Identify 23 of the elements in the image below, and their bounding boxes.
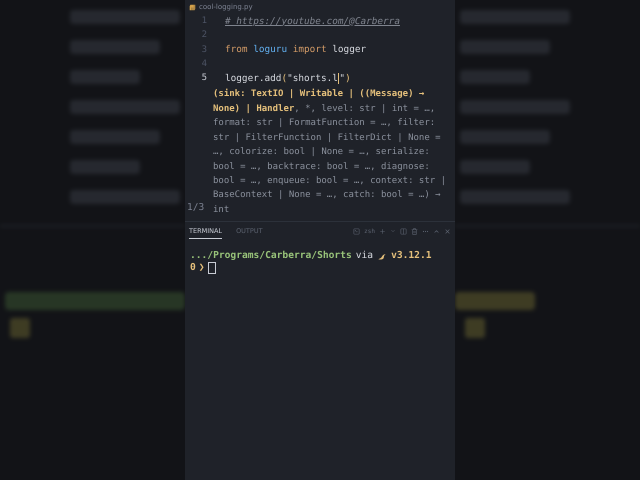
terminal-cursor — [208, 262, 216, 274]
close-icon — [444, 228, 451, 235]
plus-icon[interactable] — [379, 228, 386, 235]
line-number: 1 — [200, 16, 208, 26]
chevron-up-icon[interactable] — [433, 228, 440, 235]
prompt-symbol: ❯ — [198, 262, 205, 274]
code-line: logger.add("shorts.l") — [225, 72, 351, 84]
chevron-down-icon[interactable] — [390, 228, 396, 234]
python-version: v3.12.1 — [391, 250, 432, 262]
line-number: 5 — [200, 73, 208, 84]
line-number: 2 — [200, 30, 208, 40]
terminal-path: .../Programs/Carberra/Shorts — [190, 250, 352, 262]
split-icon[interactable] — [400, 228, 407, 235]
overload-counter[interactable]: 1/3 — [187, 202, 204, 214]
exit-code: 0 — [190, 262, 196, 274]
terminal-text: via — [356, 250, 374, 262]
line-number: 4 — [200, 59, 208, 70]
line-number: 3 — [200, 44, 208, 55]
signature-text: (sink: TextIO | Writable | ((Message) → None) | Handler, *, level: str | int = …, format: str | FormatFunction = …, filter: str | FilterFunction | FilterDict | None = …, colorize: bool | None = …, serialize: bool = …, backtrace: bool = …, diagnose: bool = …, enqueue: bool = …, context: str | BaseContext | None = …, catch: bool = …) → int — [213, 88, 447, 217]
code-line: from loguru import logger — [225, 44, 366, 56]
trash-icon[interactable] — [411, 228, 418, 235]
terminal-icon[interactable] — [353, 228, 360, 235]
code-line: # https://youtube.com/@Carberra — [225, 16, 400, 27]
